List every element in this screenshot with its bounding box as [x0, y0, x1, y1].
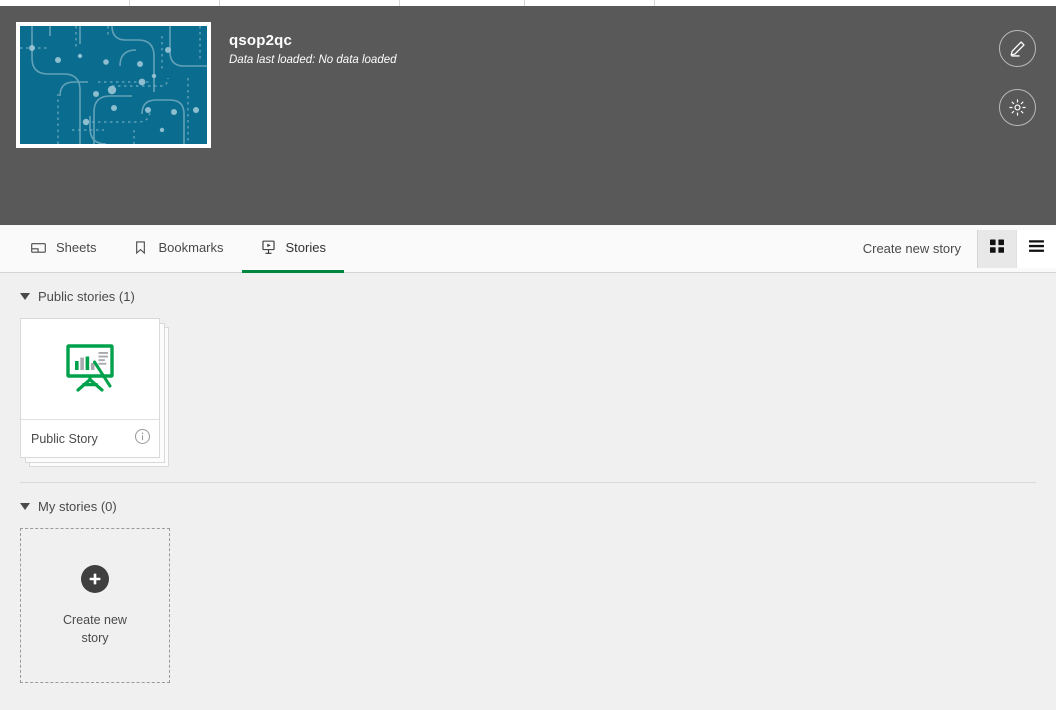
story-card-public-story[interactable]: Public Story	[20, 318, 160, 458]
tab-stories-label: Stories	[285, 239, 326, 255]
story-card-footer: Public Story	[21, 420, 159, 457]
plus-icon	[81, 564, 109, 593]
create-new-story-card[interactable]: Create new story	[20, 528, 170, 683]
story-easel-icon	[61, 338, 119, 401]
app-thumbnail-frame	[16, 22, 211, 148]
tab-bookmarks[interactable]: Bookmarks	[114, 225, 241, 273]
pencil-icon	[1008, 39, 1027, 58]
tab-sheets-label: Sheets	[56, 239, 97, 255]
create-new-story-link[interactable]: Create new story	[847, 241, 977, 256]
app-header: qsop2qc Data last loaded: No data loaded	[0, 6, 1056, 225]
story-card-thumbnail	[21, 319, 159, 420]
app-thumbnail-image	[20, 26, 207, 144]
object-type-tabbar: Sheets Bookmarks Stories Create new stor…	[0, 225, 1056, 273]
app-data-status: Data last loaded: No data loaded	[229, 54, 397, 66]
info-icon[interactable]	[134, 428, 151, 450]
chevron-down-icon	[20, 503, 30, 510]
list-view-icon	[1028, 238, 1045, 259]
section-header-public-stories[interactable]: Public stories (1)	[0, 273, 1056, 304]
create-label-line1: Create new	[63, 612, 127, 627]
chevron-down-icon	[20, 293, 30, 300]
tabbar-actions: Create new story	[847, 225, 1056, 273]
edit-app-button[interactable]	[999, 30, 1036, 67]
section-title-public-stories: Public stories (1)	[38, 289, 135, 304]
story-icon	[260, 239, 277, 256]
app-title: qsop2qc	[229, 32, 293, 49]
bookmark-icon	[132, 239, 149, 256]
create-label-line2: story	[81, 630, 109, 645]
tab-sheets[interactable]: Sheets	[12, 225, 114, 273]
story-card-title: Public Story	[31, 431, 98, 446]
public-stories-card-row: Public Story	[0, 304, 1056, 467]
create-new-story-card-label: Create new story	[50, 611, 140, 647]
tab-stories[interactable]: Stories	[241, 225, 344, 273]
my-stories-card-row: Create new story	[0, 514, 1056, 683]
sheet-icon	[30, 239, 47, 256]
gear-icon	[1008, 98, 1027, 117]
section-header-my-stories[interactable]: My stories (0)	[0, 483, 1056, 514]
grid-view-button[interactable]	[978, 229, 1017, 268]
story-card-wrapper: Public Story	[20, 318, 180, 467]
list-view-button[interactable]	[1017, 229, 1056, 268]
view-mode-toggle	[977, 229, 1056, 268]
app-settings-button[interactable]	[999, 89, 1036, 126]
tab-bookmarks-label: Bookmarks	[158, 239, 224, 255]
stories-content-area: Public stories (1) Public Story My stori…	[0, 273, 1056, 710]
grid-view-icon	[989, 238, 1005, 259]
section-title-my-stories: My stories (0)	[38, 499, 117, 514]
